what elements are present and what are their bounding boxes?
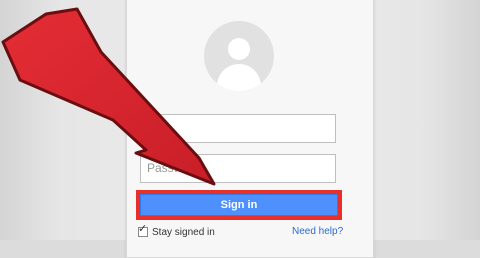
- avatar-head: [228, 38, 250, 60]
- need-help-link[interactable]: Need help?: [292, 225, 343, 239]
- stay-signed-in-checkbox[interactable]: ✓: [138, 223, 148, 237]
- stay-signed-in-row[interactable]: ✓ Stay signed in: [138, 223, 215, 239]
- stay-signed-in-label: Stay signed in: [152, 226, 215, 238]
- avatar-body: [217, 64, 261, 91]
- email-field[interactable]: [140, 114, 336, 143]
- avatar-icon: [204, 21, 274, 91]
- signin-button[interactable]: Sign in: [140, 194, 338, 216]
- checkmark-icon: ✓: [138, 223, 148, 235]
- password-field[interactable]: Password: [140, 154, 336, 183]
